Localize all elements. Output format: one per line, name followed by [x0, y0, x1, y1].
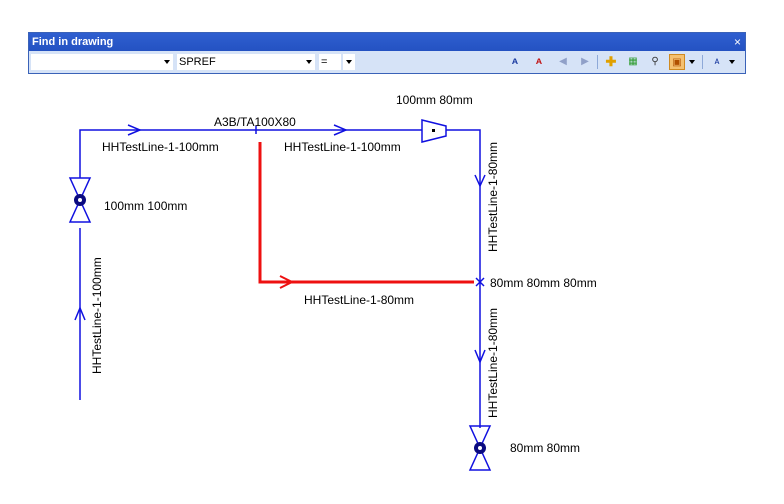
left-valve-label: 100mm 100mm [104, 199, 187, 213]
right-upper-vertical-label: HHTestLine-1-80mm [486, 142, 500, 252]
pipe-top-left[interactable] [79, 129, 260, 178]
bottom-valve-label: 80mm 80mm [510, 441, 580, 455]
left-vertical-line-label: HHTestLine-1-100mm [90, 257, 104, 374]
top-mid-line-label: HHTestLine-1-100mm [284, 140, 401, 154]
branch-line-label: HHTestLine-1-80mm [304, 293, 414, 307]
reducer-center-icon [432, 129, 435, 132]
pipe-lines [68, 119, 492, 471]
drawing-canvas: HHTestLine-1-100mm A3B/TA100X80 HHTestLi… [68, 93, 597, 471]
tee2-label: 80mm 80mm 80mm [490, 276, 597, 290]
reducer-label: 100mm 80mm [396, 93, 473, 107]
right-lower-vertical-label: HHTestLine-1-80mm [486, 308, 500, 418]
top-left-line-label: HHTestLine-1-100mm [102, 140, 219, 154]
highlighted-branch[interactable] [258, 142, 474, 289]
tee-label: A3B/TA100X80 [214, 115, 296, 129]
pipe-top-right[interactable] [446, 129, 481, 282]
